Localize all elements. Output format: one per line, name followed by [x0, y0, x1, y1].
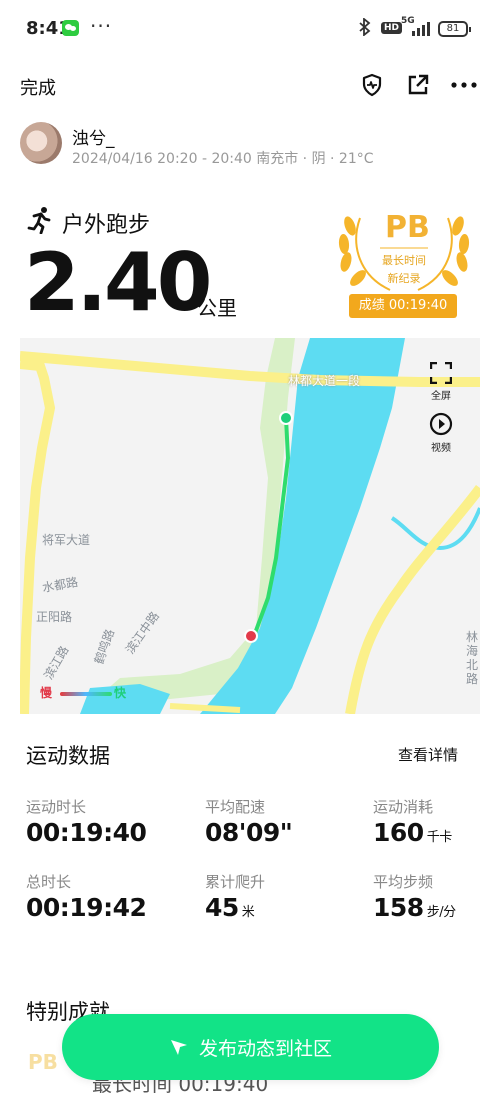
send-icon	[170, 1040, 187, 1055]
avatar[interactable]	[20, 122, 62, 164]
video-button[interactable]: 视频	[426, 412, 456, 454]
view-details-link[interactable]: 查看详情	[398, 744, 458, 765]
fullscreen-button[interactable]: 全屏	[426, 361, 456, 402]
stats-title: 运动数据	[26, 744, 110, 768]
achievement-badge-icon: PB	[28, 1050, 58, 1074]
stat-value: 160 千卡	[373, 818, 452, 847]
stat-value: 00:19:42	[26, 893, 147, 922]
video-label: 视频	[431, 443, 451, 454]
stat-unit: 米	[241, 905, 255, 920]
done-button[interactable]: 完成	[20, 74, 56, 100]
map-road-label: 将军大道	[42, 533, 91, 547]
publish-label: 发布动态到社区	[198, 1037, 332, 1060]
hd-badge: HD	[381, 22, 403, 34]
stat-label: 累计爬升	[205, 873, 266, 891]
activity-type: 户外跑步	[62, 213, 151, 238]
wechat-icon	[62, 20, 79, 36]
stat-label: 总时长	[26, 873, 72, 891]
running-icon	[26, 206, 54, 235]
legend-slow: 慢	[40, 686, 53, 700]
legend-fast: 快	[114, 686, 127, 700]
shield-icon[interactable]	[359, 72, 385, 98]
stat-unit: 步/分	[426, 905, 456, 920]
share-icon[interactable]	[405, 72, 431, 98]
stat-value: 158 步/分	[373, 893, 456, 922]
stat-value: 00:19:40	[26, 818, 147, 847]
fullscreen-icon	[429, 361, 453, 385]
map-road-label: 正阳路	[36, 610, 73, 624]
pb-title: PB	[385, 210, 430, 245]
map-road-label: 林海北路	[466, 630, 479, 686]
stat-label: 平均步频	[373, 873, 434, 891]
more-options-icon[interactable]	[451, 72, 477, 98]
play-icon	[429, 412, 453, 436]
fullscreen-label: 全屏	[431, 391, 451, 402]
pb-line2: 新纪录	[387, 272, 421, 285]
username: 浊兮_	[72, 129, 115, 149]
distance-value: 2.40	[24, 236, 212, 329]
battery-icon: 81	[438, 21, 471, 37]
stat-value: 45 米	[205, 893, 255, 922]
signal-icon	[410, 22, 434, 36]
bluetooth-icon	[358, 17, 372, 41]
pb-line1: 最长时间	[382, 254, 426, 267]
route-map[interactable]: 林都大道一段 将军大道 水都路 正阳路 滨江路 鹤鸣路 滨江中路 林海北路 全屏…	[20, 338, 480, 714]
stat-value: 08'09"	[205, 818, 293, 847]
publish-to-community-button[interactable]: 发布动态到社区	[62, 1014, 439, 1080]
stat-unit: 千卡	[426, 830, 453, 845]
pb-score: 成绩 00:19:40	[349, 294, 457, 318]
distance-unit: 公里	[197, 296, 237, 320]
map-road-label: 林都大道一段	[288, 374, 361, 388]
stat-label: 运动时长	[26, 798, 87, 816]
more-notifications-icon: ···	[90, 14, 113, 38]
workout-meta: 2024/04/16 20:20 - 20:40 南充市 · 阴 · 21°C	[72, 151, 374, 167]
stat-label: 运动消耗	[373, 798, 434, 816]
stat-label: 平均配速	[205, 798, 266, 816]
